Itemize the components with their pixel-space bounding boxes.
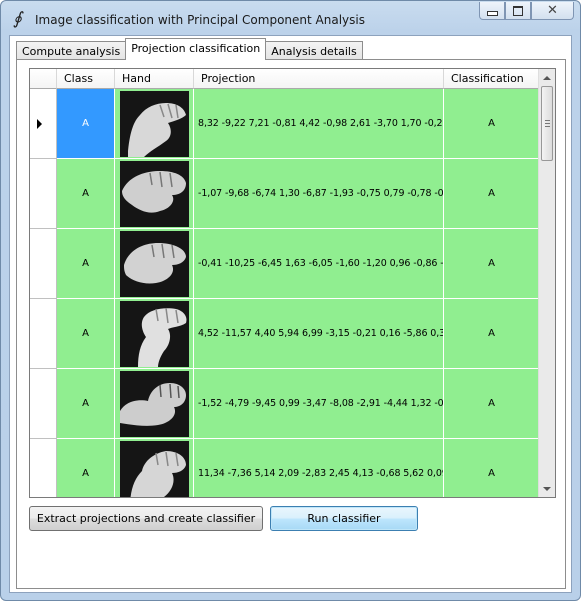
class-cell[interactable]: A [57,369,115,439]
row-header[interactable] [30,369,57,439]
projection-cell[interactable]: -1,07 -9,68 -6,74 1,30 -6,87 -1,93 -0,75… [194,159,444,229]
tab-strip: Compute analysis Projection classificati… [16,38,363,60]
window-title: Image classification with Principal Comp… [35,13,365,27]
projection-cell[interactable]: 4,52 -11,57 4,40 5,94 6,99 -3,15 -0,21 0… [194,299,444,369]
current-row-arrow-icon [37,119,42,129]
table-row[interactable]: A 8,32 -9,22 7,21 -0,81 4,42 -0,98 2,61 … [30,89,540,159]
extract-projections-button[interactable]: Extract projections and create classifie… [29,506,263,531]
grid-rows: A 8,32 -9,22 7,21 -0,81 4,42 -0,98 2,61 … [30,89,540,497]
classification-cell[interactable]: A [444,89,540,159]
hand-image [119,300,189,367]
tab-projection-classification[interactable]: Projection classification [125,38,267,60]
column-header-classification[interactable]: Classification [444,69,540,89]
hand-cell[interactable] [115,159,194,229]
caption-buttons: ✕ [479,2,574,22]
maximize-button[interactable] [505,2,531,20]
maximize-icon [513,5,523,16]
hand-cell[interactable] [115,89,194,159]
class-cell[interactable]: A [57,89,115,159]
projection-cell[interactable]: -0,41 -10,25 -6,45 1,63 -6,05 -1,60 -1,2… [194,229,444,299]
close-icon: ✕ [547,3,558,18]
scrollbar-thumb[interactable] [541,86,553,161]
minimize-icon [486,10,498,16]
tab-analysis-details[interactable]: Analysis details [265,41,363,60]
vertical-scrollbar[interactable] [538,69,555,497]
projection-cell[interactable]: -1,52 -4,79 -9,45 0,99 -3,47 -8,08 -2,91… [194,369,444,439]
minimize-button[interactable] [479,2,505,20]
scroll-up-button[interactable] [539,69,555,86]
classification-cell[interactable]: A [444,439,540,497]
run-classifier-button[interactable]: Run classifier [270,506,418,531]
column-header-hand[interactable]: Hand [115,69,194,89]
hand-cell[interactable] [115,369,194,439]
hand-cell[interactable] [115,229,194,299]
tab-compute-analysis[interactable]: Compute analysis [16,41,127,60]
row-header[interactable] [30,299,57,369]
scroll-down-arrow-icon [543,486,551,491]
hand-cell[interactable] [115,299,194,369]
classification-cell[interactable]: A [444,159,540,229]
classification-cell[interactable]: A [444,299,540,369]
client-area: Compute analysis Projection classificati… [9,35,572,593]
row-header[interactable] [30,159,57,229]
grip-icon [545,120,550,121]
class-cell[interactable]: A [57,159,115,229]
hand-image [119,370,189,437]
class-cell[interactable]: A [57,229,115,299]
integral-icon: ∮ [13,9,22,29]
projection-cell[interactable]: 8,32 -9,22 7,21 -0,81 4,42 -0,98 2,61 -3… [194,89,444,159]
close-button[interactable]: ✕ [531,2,574,20]
column-header-projection[interactable]: Projection [194,69,444,89]
classification-cell[interactable]: A [444,369,540,439]
grid-header: Class Hand Projection Classification [30,69,540,89]
grip-icon [545,126,550,127]
hand-image [119,90,189,157]
grip-icon [545,123,550,124]
main-window: ∮ Image classification with Principal Co… [0,0,581,601]
hand-image [119,440,189,497]
hand-image [119,230,189,297]
row-header[interactable] [30,89,57,159]
hand-cell[interactable] [115,439,194,497]
projection-cell[interactable]: 11,34 -7,36 5,14 2,09 -2,83 2,45 4,13 -0… [194,439,444,497]
row-header[interactable] [30,439,57,497]
classification-cell[interactable]: A [444,229,540,299]
table-row[interactable]: A -1,07 -9,68 -6,74 1,30 -6,87 -1,93 -0,… [30,159,540,229]
hand-image [119,160,189,227]
table-row[interactable]: A -1,52 -4,79 -9,45 0,99 -3,47 -8,08 -2,… [30,369,540,439]
class-cell[interactable]: A [57,439,115,497]
projection-classification-panel: Class Hand Projection Classification A 8… [16,59,566,589]
row-header-corner [30,69,57,89]
class-cell[interactable]: A [57,299,115,369]
title-bar[interactable]: ∮ Image classification with Principal Co… [1,1,580,35]
scroll-down-button[interactable] [539,480,555,497]
column-header-class[interactable]: Class [57,69,115,89]
scroll-up-arrow-icon [543,75,551,80]
table-row[interactable]: A -0,41 -10,25 -6,45 1,63 -6,05 -1,60 -1… [30,229,540,299]
table-row[interactable]: A 4,52 -11,57 4,40 5,94 6,99 -3,15 -0,21… [30,299,540,369]
table-row[interactable]: A 11,34 -7,36 5,14 2,09 -2,83 2,45 4,13 … [30,439,540,497]
row-header[interactable] [30,229,57,299]
projection-grid[interactable]: Class Hand Projection Classification A 8… [29,68,556,498]
